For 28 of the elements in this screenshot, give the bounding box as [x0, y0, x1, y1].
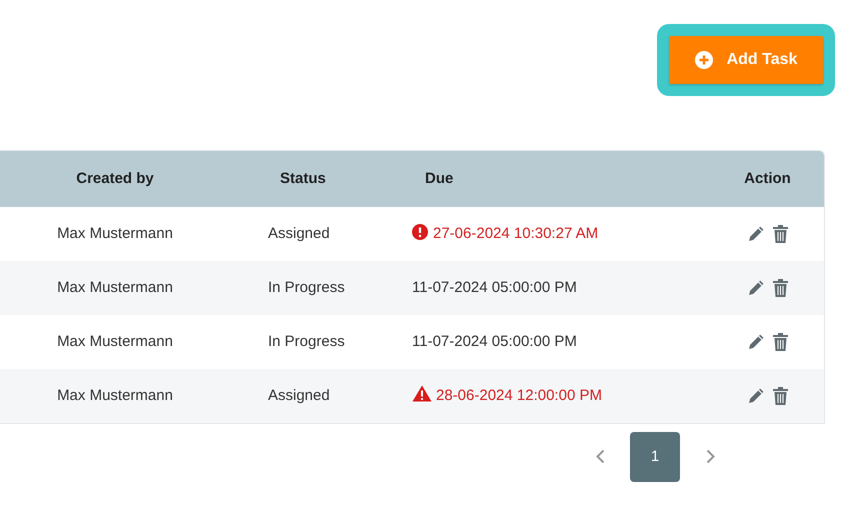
column-header: Status [279, 168, 327, 189]
table-cell-text: Max Mustermann [56, 224, 174, 244]
chevron-right-icon [706, 449, 714, 464]
table-cell: 28-06-2024 12:00:00 PM [436, 386, 602, 404]
table-cell-text: In Progress [267, 332, 346, 352]
column-header: Action [743, 168, 792, 189]
pencil-icon [748, 333, 764, 350]
trash-icon [772, 332, 788, 351]
chevron-left-icon [596, 449, 604, 464]
trash-icon [772, 224, 788, 243]
pencil-icon [748, 225, 764, 242]
column-header: Created by [75, 168, 155, 189]
table-cell-text: Max Mustermann [56, 386, 174, 406]
pencil-icon [748, 387, 764, 404]
column-header: Due [424, 168, 454, 189]
table-cell-text: Assigned [267, 224, 331, 244]
page-button[interactable]: 1 [630, 432, 680, 482]
table-cell-text: Max Mustermann [56, 278, 174, 298]
table-cell-text: Assigned [267, 386, 331, 406]
table-cell-text: Max Mustermann [56, 332, 174, 352]
table-cell: 27-06-2024 10:30:27 AM [433, 224, 598, 242]
trash-icon [772, 386, 788, 405]
plus-circle-icon [694, 51, 713, 69]
table-cell: 11-07-2024 05:00:00 PM [412, 278, 577, 296]
table-cell: 11-07-2024 05:00:00 PM [412, 332, 577, 350]
table-cell-text: In Progress [267, 278, 346, 298]
trash-icon [772, 278, 788, 297]
pencil-icon [748, 279, 764, 296]
